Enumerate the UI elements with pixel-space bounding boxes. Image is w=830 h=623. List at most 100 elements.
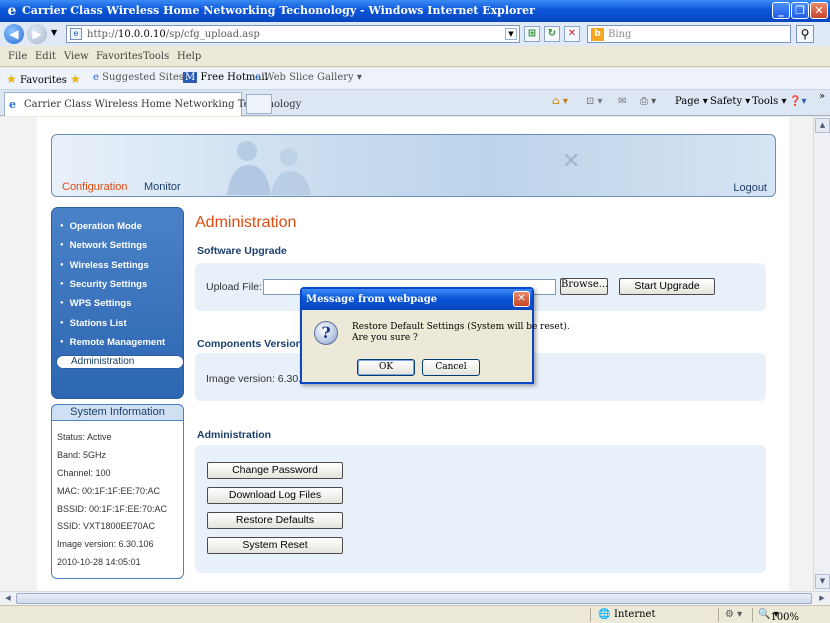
sidebar-item-security-settings[interactable]: Security Settings xyxy=(60,279,148,290)
window-titlebar: e Carrier Class Wireless Home Networking… xyxy=(0,0,830,22)
new-tab-button[interactable] xyxy=(246,94,272,114)
sysinfo-bssid: BSSID: 00:1F:1F:EE:70:AC xyxy=(57,504,168,514)
page-menu[interactable]: Page ▾ xyxy=(675,96,708,107)
favorites-bar: ★ Favorites ★ e Suggested Sites ▾ M Free… xyxy=(0,68,830,90)
sidebar-item-remote-management[interactable]: Remote Management xyxy=(60,337,166,348)
horizontal-scrollbar[interactable]: ◀ ▶ xyxy=(0,591,830,605)
software-upgrade-title: Software Upgrade xyxy=(197,245,287,257)
feeds-icon[interactable]: ⊡ ▾ xyxy=(586,96,603,107)
window-title: Carrier Class Wireless Home Networking T… xyxy=(22,4,535,17)
zoom-level[interactable]: 🔍 100% ▾ xyxy=(758,609,799,623)
sidebar-item-stations-list[interactable]: Stations List xyxy=(60,318,127,329)
ie-page-icon: e xyxy=(255,72,261,83)
banner-people-graphic xyxy=(227,141,311,195)
menu-help[interactable]: Help xyxy=(177,51,201,62)
address-dropdown-icon[interactable]: ▼ xyxy=(505,28,517,40)
sysinfo-datetime: 2010-10-28 14:05:01 xyxy=(57,557,141,567)
menu-edit[interactable]: Edit xyxy=(35,51,56,62)
menu-bar: File Edit View Favorites Tools Help xyxy=(0,47,830,67)
sidebar-item-network-settings[interactable]: Network Settings xyxy=(60,240,148,251)
administration-section-title: Administration xyxy=(197,429,272,441)
internet-zone-icon: 🌐 xyxy=(598,609,611,620)
dialog-message-line1: Restore Default Settings (System will be… xyxy=(352,322,570,332)
web-slice-gallery-link[interactable]: e Web Slice Gallery ▾ xyxy=(255,72,362,83)
add-favorite-icon[interactable]: ★ xyxy=(70,72,81,86)
browse-button[interactable]: Browse... xyxy=(560,278,608,295)
confirm-dialog: Message from webpage ✕ ? Restore Default… xyxy=(300,287,570,384)
vertical-scrollbar[interactable]: ▲ ▼ xyxy=(813,117,830,591)
sysinfo-status: Status: Active xyxy=(57,432,112,442)
question-icon: ? xyxy=(314,321,338,345)
internet-explorer-icon: e xyxy=(7,3,17,19)
scroll-left-icon[interactable]: ◀ xyxy=(1,592,15,605)
download-log-files-button[interactable]: Download Log Files xyxy=(207,487,343,504)
components-image-version: Image version: 6.30.1 xyxy=(206,373,307,385)
scroll-right-icon[interactable]: ▶ xyxy=(815,592,829,605)
sysinfo-channel: Channel: 100 xyxy=(57,468,111,478)
compatibility-view-icon[interactable]: ⊞ xyxy=(524,26,540,42)
print-icon[interactable]: ⎙ ▾ xyxy=(640,96,656,107)
home-icon[interactable]: ⌂ ▾ xyxy=(552,96,568,107)
menu-tools[interactable]: Tools xyxy=(143,51,169,62)
safety-menu[interactable]: Safety ▾ xyxy=(710,96,750,107)
upload-file-label: Upload File: xyxy=(206,281,263,293)
maximize-button[interactable]: ❐ xyxy=(791,2,809,19)
favorites-star-icon: ★ xyxy=(6,72,17,86)
search-icon[interactable]: ⚲ xyxy=(796,25,814,43)
sidebar-item-administration[interactable]: Administration xyxy=(56,355,184,369)
menu-file[interactable]: File xyxy=(8,51,27,62)
sidebar-item-operation-mode[interactable]: Operation Mode xyxy=(60,221,142,232)
start-upgrade-button[interactable]: Start Upgrade xyxy=(619,278,715,295)
recent-pages-dropdown-icon[interactable]: ▼ xyxy=(51,28,57,37)
dialog-ok-button[interactable]: OK xyxy=(357,359,415,376)
hotmail-icon: M xyxy=(183,72,198,83)
menu-favorites[interactable]: Favorites xyxy=(96,51,143,62)
search-box[interactable]: b Bing xyxy=(587,25,791,43)
tab-bar: e Carrier Class Wireless Home Networking… xyxy=(0,90,830,116)
scroll-up-icon[interactable]: ▲ xyxy=(815,118,830,133)
stop-icon[interactable]: ✕ xyxy=(564,26,580,42)
sidebar-item-wps-settings[interactable]: WPS Settings xyxy=(60,298,132,309)
monitor-tab[interactable]: Monitor xyxy=(144,181,181,193)
ie-page-icon: e xyxy=(9,98,16,111)
address-bar[interactable]: e http://10.0.0.10/sp/cfg_upload.asp ▼ xyxy=(66,25,520,43)
refresh-icon[interactable]: ↻ xyxy=(544,26,560,42)
tools-menu[interactable]: Tools ▾ xyxy=(752,96,786,107)
system-information-panel: System Information Status: Active Band: … xyxy=(51,404,184,579)
horizontal-scroll-thumb[interactable] xyxy=(16,593,812,604)
sysinfo-ssid: SSID: VXT1800EE70AC xyxy=(57,521,156,531)
dialog-title: Message from webpage xyxy=(306,294,438,305)
dialog-cancel-button[interactable]: Cancel xyxy=(422,359,480,376)
more-commands-button[interactable]: » xyxy=(819,91,825,102)
configuration-tab[interactable]: Configuration xyxy=(62,181,127,193)
logout-link[interactable]: Logout xyxy=(733,182,767,194)
suggested-sites-link[interactable]: e Suggested Sites ▾ xyxy=(93,72,192,83)
menu-view[interactable]: View xyxy=(64,51,89,62)
status-bar: 🌐 Internet ⚙ ▾ 🔍 100% ▾ xyxy=(0,605,830,623)
restore-defaults-button[interactable]: Restore Defaults xyxy=(207,512,343,529)
close-window-button[interactable]: ✕ xyxy=(810,2,828,19)
help-icon[interactable]: ❓▾ xyxy=(789,96,806,107)
system-reset-button[interactable]: System Reset xyxy=(207,537,343,554)
mail-icon[interactable]: ✉ xyxy=(618,96,626,107)
dialog-message-line2: Are you sure ? xyxy=(352,333,418,343)
sysinfo-band: Band: 5GHz xyxy=(57,450,107,460)
sysinfo-mac: MAC: 00:1F:1F:EE:70:AC xyxy=(57,486,161,496)
protected-mode-icon[interactable]: ⚙ ▾ xyxy=(725,609,742,620)
minimize-button[interactable]: _ xyxy=(772,2,790,19)
tab-current[interactable]: e Carrier Class Wireless Home Networking… xyxy=(4,92,301,116)
page-title: Administration xyxy=(195,214,297,231)
dialog-titlebar: Message from webpage xyxy=(302,289,532,310)
bing-icon: b xyxy=(591,28,604,41)
favorites-button[interactable]: ★ Favorites xyxy=(6,72,67,86)
forward-button[interactable]: ▶ xyxy=(27,24,47,44)
scroll-down-icon[interactable]: ▼ xyxy=(815,574,830,589)
ie-page-icon: e xyxy=(93,72,99,83)
status-separator xyxy=(752,608,753,622)
search-placeholder: Bing xyxy=(608,29,632,40)
sidebar-item-wireless-settings[interactable]: Wireless Settings xyxy=(60,260,149,271)
system-information-title: System Information xyxy=(51,404,184,421)
dialog-close-button[interactable]: ✕ xyxy=(513,291,530,307)
change-password-button[interactable]: Change Password xyxy=(207,462,343,479)
back-button[interactable]: ◀ xyxy=(4,24,24,44)
